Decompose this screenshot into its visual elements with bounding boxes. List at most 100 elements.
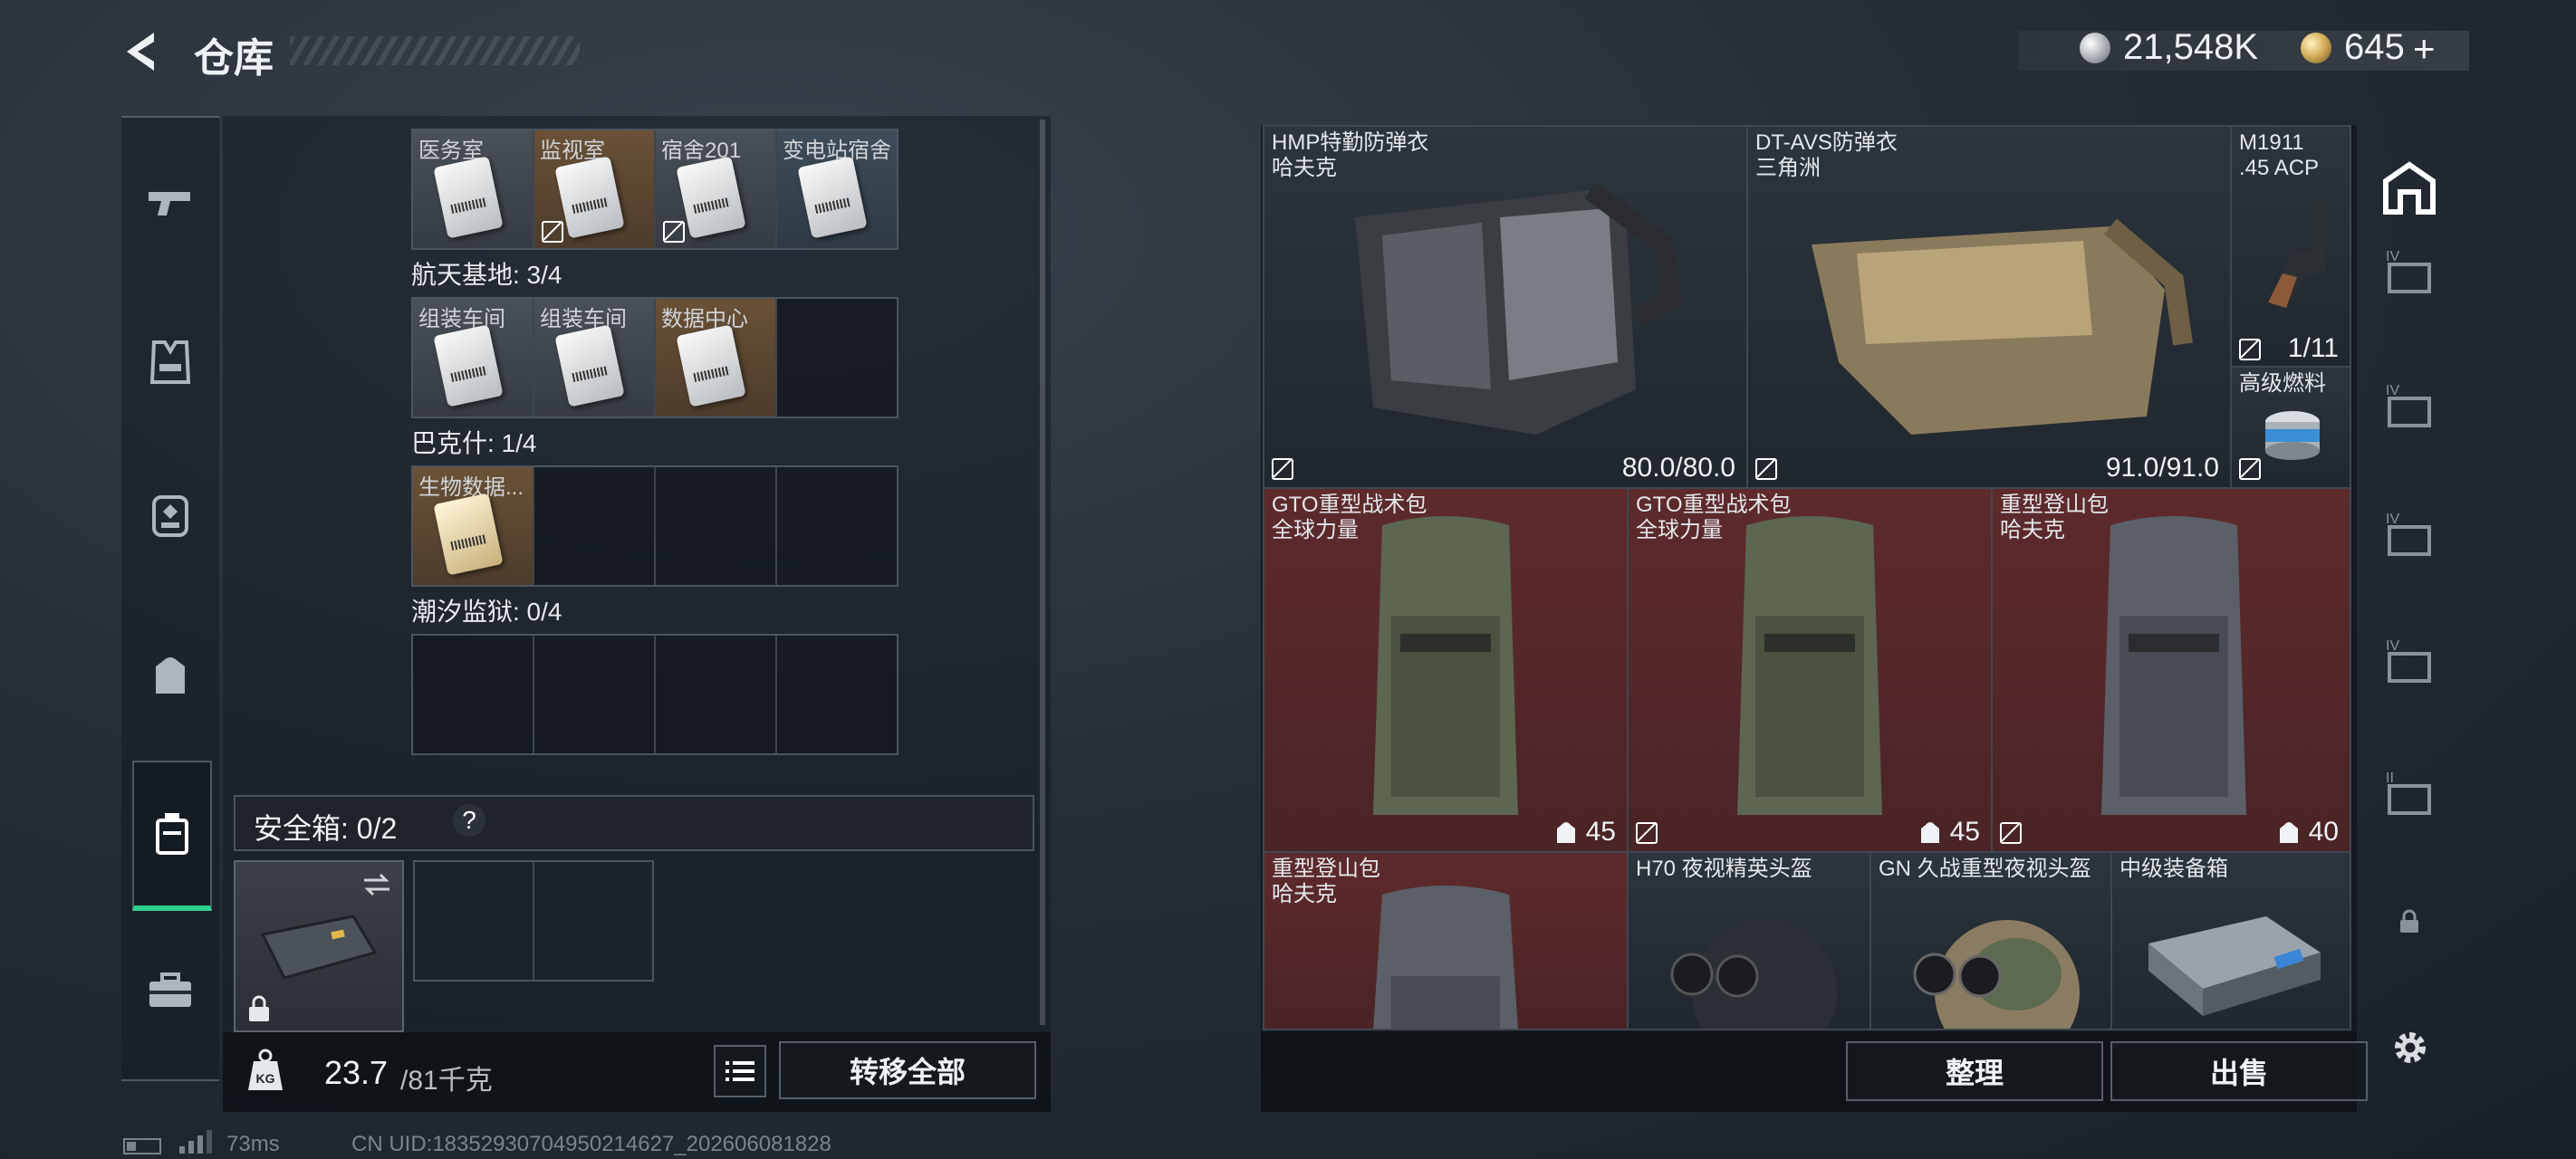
- vest-category-button[interactable]: [121, 308, 219, 417]
- home-storage-icon[interactable]: [2380, 159, 2438, 217]
- backpack-capacity-icon: [2279, 822, 2298, 843]
- keycard-scrollbar[interactable]: [1040, 120, 1045, 1025]
- item-sub: .45 ACP: [2239, 156, 2320, 180]
- empty-slot[interactable]: [656, 636, 777, 753]
- base-progress-label: 航天基地: 3/4: [411, 261, 562, 289]
- safe-slots: [413, 860, 654, 982]
- empty-slot[interactable]: [534, 862, 652, 980]
- item-gto-bag[interactable]: GTO重型战术包 全球力量 45: [1263, 487, 1629, 853]
- keycard-slot[interactable]: 生物数据...: [413, 467, 534, 585]
- non-tradeable-icon: [1272, 458, 1293, 480]
- keycard-slot[interactable]: 数据中心: [656, 299, 777, 417]
- expansion-case-icon[interactable]: IV: [2382, 378, 2437, 433]
- ping-text: 73ms: [226, 1132, 280, 1156]
- safe-box-label: 安全箱: 0/2: [254, 812, 398, 845]
- durability: 91.0/91.0: [2105, 453, 2219, 483]
- weight-current: 23.7: [324, 1054, 389, 1091]
- capacity: 45: [1918, 817, 1980, 848]
- sell-button[interactable]: 出售: [2110, 1041, 2368, 1101]
- vest-icon: [149, 340, 191, 384]
- list-view-button[interactable]: [714, 1045, 766, 1097]
- expansion-case-icon[interactable]: IV: [2382, 507, 2437, 561]
- keycard-icon: [554, 156, 625, 239]
- ammo-count: 1/11: [2287, 333, 2339, 363]
- empty-slot[interactable]: [777, 467, 897, 585]
- item-maker: 全球力量: [1272, 518, 1359, 542]
- add-gold-button[interactable]: +: [2413, 27, 2436, 71]
- item-equipment-box[interactable]: 中级装备箱: [2110, 851, 2351, 1030]
- settings-gear-icon[interactable]: [2388, 1025, 2433, 1070]
- keycard-icon: [676, 156, 746, 239]
- item-dtavs-vest[interactable]: DT-AVS防弹衣 三角洲 91.0/91.0: [1746, 125, 2232, 489]
- durability: 80.0/80.0: [1621, 453, 1735, 483]
- expansion-case-icon[interactable]: IV: [2382, 244, 2437, 299]
- item-m1911[interactable]: M1911 .45 ACP 1/11: [2230, 125, 2351, 369]
- item-name: M1911: [2239, 130, 2304, 155]
- expansion-case-icon[interactable]: II: [2382, 766, 2437, 820]
- expansion-case-icon[interactable]: IV: [2382, 634, 2437, 688]
- empty-slot[interactable]: [777, 636, 897, 753]
- backpack-capacity-icon: [1920, 822, 1939, 843]
- empty-slot[interactable]: [534, 636, 656, 753]
- keycard-slot[interactable]: 组装车间: [413, 299, 534, 417]
- weapon-category-button[interactable]: [121, 148, 219, 257]
- empty-slot[interactable]: [415, 862, 534, 980]
- item-name: 高级燃料: [2239, 371, 2326, 396]
- silver-amount: 21,548K: [2123, 27, 2259, 67]
- backpack-image: [1737, 516, 1882, 815]
- item-name: HMP特勤防弹衣: [1272, 130, 1429, 155]
- pistol-icon: [149, 192, 190, 216]
- item-hmp-vest[interactable]: HMP特勤防弹衣 哈夫克 80.0/80.0: [1263, 125, 1748, 489]
- svg-text:IV: IV: [2386, 638, 2399, 654]
- item-gn-helmet[interactable]: GN 久战重型夜视头盔: [1870, 851, 2112, 1030]
- non-tradeable-icon: [2239, 339, 2261, 360]
- safe-case-icon: [260, 915, 378, 980]
- container-category-button[interactable]: [132, 761, 212, 911]
- keycard-label: 组装车间: [418, 307, 505, 331]
- item-mountain-bag[interactable]: 重型登山包 哈夫克: [1263, 851, 1629, 1030]
- keycard-slot[interactable]: 医务室: [413, 130, 534, 248]
- vest-image: [1812, 218, 2193, 435]
- keycard-slot[interactable]: 组装车间: [534, 299, 656, 417]
- item-h70-helmet[interactable]: H70 夜视精英头盔: [1627, 851, 1871, 1030]
- transfer-all-button[interactable]: 转移全部: [779, 1041, 1036, 1099]
- non-tradeable-icon: [2000, 822, 2022, 844]
- keycard-icon: [554, 324, 625, 407]
- empty-slot[interactable]: [656, 467, 777, 585]
- gold-amount: 645: [2344, 27, 2405, 67]
- armor-category-button[interactable]: [121, 462, 219, 570]
- keycard-icon: [433, 324, 504, 407]
- svg-text:II: II: [2386, 771, 2394, 786]
- empty-slot[interactable]: [777, 299, 897, 417]
- battery-icon: [123, 1138, 161, 1154]
- safe-case-slot[interactable]: [234, 860, 404, 1032]
- toolbox-icon: [149, 972, 191, 1007]
- item-maker: 三角洲: [1755, 156, 1821, 180]
- svg-text:IV: IV: [2386, 249, 2399, 264]
- uid-text: CN UID:18352930704950214627_202606081828: [351, 1132, 831, 1156]
- locked-tab-icon: [2400, 909, 2418, 933]
- keycard-slot[interactable]: 变电站宿舍: [777, 130, 897, 248]
- item-mountain-bag[interactable]: 重型登山包 哈夫克 40: [1991, 487, 2351, 853]
- keycard-slot[interactable]: 宿舍201: [656, 130, 777, 248]
- sort-button[interactable]: 整理: [1846, 1041, 2103, 1101]
- help-button[interactable]: ?: [453, 804, 485, 837]
- swap-icon[interactable]: [360, 871, 393, 898]
- backpack-image: [2101, 516, 2246, 815]
- toolbox-category-button[interactable]: [121, 936, 219, 1045]
- capacity-value: 45: [1585, 817, 1616, 847]
- backpack-category-button[interactable]: [121, 621, 219, 730]
- empty-slot[interactable]: [413, 636, 534, 753]
- keycard-row-2: 组装车间 组装车间 数据中心: [411, 297, 899, 418]
- non-tradeable-icon: [1755, 458, 1777, 480]
- empty-slot[interactable]: [534, 467, 656, 585]
- backpack-image: [1373, 516, 1518, 815]
- pistol-image: [2268, 199, 2328, 308]
- back-arrow-icon[interactable]: [118, 27, 167, 76]
- item-fuel[interactable]: 高级燃料: [2230, 366, 2351, 489]
- lock-icon: [249, 995, 269, 1021]
- keycard-slot[interactable]: 监视室: [534, 130, 656, 248]
- fuel-can-image: [2265, 411, 2320, 460]
- keycard-label: 组装车间: [540, 307, 627, 331]
- item-gto-bag[interactable]: GTO重型战术包 全球力量 45: [1627, 487, 1993, 853]
